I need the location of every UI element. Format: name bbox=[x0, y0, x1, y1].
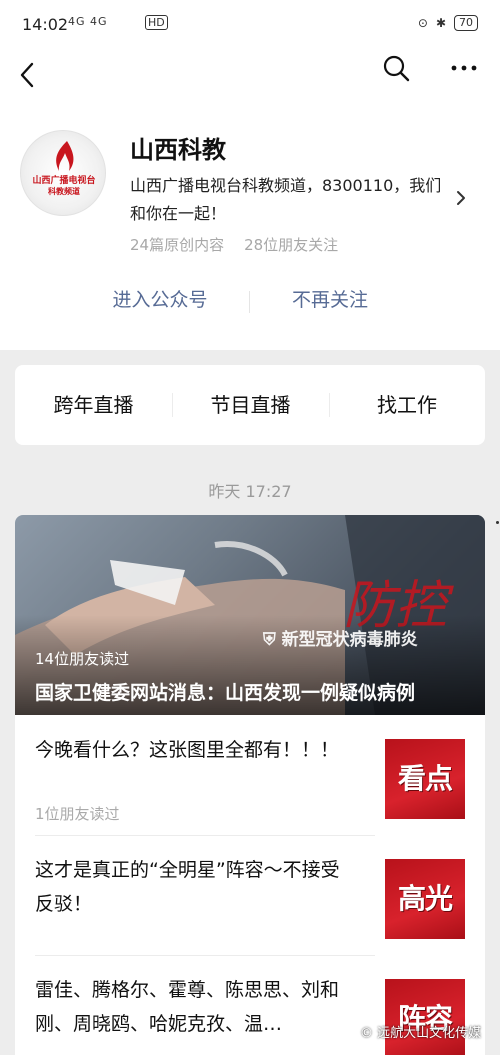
article-read-count: 1位朋友读过 bbox=[35, 805, 120, 823]
divider bbox=[249, 291, 250, 313]
menu-item-program-live[interactable]: 节目直播 bbox=[172, 365, 329, 445]
article-card: 防控 ⛨ 新型冠状病毒肺炎 14位朋友读过 国家卫健委网站消息：山西发现一例疑似… bbox=[15, 515, 485, 1055]
article-title: 这才是真正的“全明星”阵容～不接受反驳！ bbox=[35, 859, 340, 915]
feature-article[interactable]: 防控 ⛨ 新型冠状病毒肺炎 14位朋友读过 国家卫健委网站消息：山西发现一例疑似… bbox=[15, 515, 485, 715]
enter-account-button[interactable]: 进入公众号 bbox=[100, 285, 220, 312]
account-name: 山西科教 bbox=[130, 136, 226, 164]
chevron-right-icon[interactable] bbox=[452, 187, 470, 209]
more-icon[interactable] bbox=[446, 54, 482, 82]
chevron-left-icon[interactable] bbox=[14, 60, 44, 90]
logo-subtext: 科教频道 bbox=[48, 187, 80, 196]
account-stats: 24篇原创内容 28位朋友关注 bbox=[130, 234, 338, 255]
article-title: 雷佳、腾格尔、霍尊、陈思思、刘和刚、周晓鸥、哈妮克孜、温… bbox=[35, 979, 340, 1035]
flame-logo-icon bbox=[56, 141, 74, 171]
feature-badge: ⛨ 新型冠状病毒肺炎 bbox=[263, 630, 418, 650]
lock-icon: ⊙ bbox=[417, 16, 428, 30]
scroll-indicator bbox=[496, 521, 499, 524]
article-thumbnail: 阵容 bbox=[385, 979, 465, 1055]
action-row: 进入公众号 不再关注 bbox=[0, 285, 500, 321]
logo-text: 山西广播电视台 bbox=[32, 176, 96, 186]
bluetooth-icon: ✱ bbox=[435, 16, 446, 30]
status-time: 14:02 bbox=[22, 15, 69, 34]
friends-following: 28位朋友关注 bbox=[244, 236, 339, 254]
article-title: 今晚看什么？这张图里全都有！！！ bbox=[35, 739, 340, 761]
feature-read-count: 14位朋友读过 bbox=[35, 650, 130, 668]
account-description[interactable]: 山西广播电视台科教频道，8300110，我们和你在一起！ bbox=[130, 172, 452, 228]
signal-indicators: 4G 4G bbox=[68, 15, 108, 28]
watermark: © 远航大山文化传媒 bbox=[360, 1026, 482, 1041]
status-bar: 14:02 4G 4G HD ⊙ ✱ 70 bbox=[0, 0, 500, 50]
battery-icon: 70 bbox=[454, 15, 478, 31]
original-count: 24篇原创内容 bbox=[130, 236, 225, 254]
unfollow-button[interactable]: 不再关注 bbox=[270, 285, 390, 312]
menu-item-new-year-live[interactable]: 跨年直播 bbox=[15, 365, 172, 445]
account-menu: 跨年直播 节目直播 找工作 bbox=[15, 365, 485, 445]
feature-title: 国家卫健委网站消息：山西发现一例疑似病例 bbox=[35, 682, 416, 704]
article-thumbnail: 看点 bbox=[385, 739, 465, 819]
account-logo[interactable]: 山西广播电视台 科教频道 bbox=[20, 130, 106, 216]
divider bbox=[35, 835, 375, 836]
list-item[interactable]: 雷佳、腾格尔、霍尊、陈思思、刘和刚、周晓鸥、哈妮克孜、温… 阵容 bbox=[35, 973, 465, 1055]
status-icons: ⊙ ✱ 70 bbox=[418, 15, 478, 31]
nav-bar bbox=[0, 50, 500, 100]
list-item[interactable]: 这才是真正的“全明星”阵容～不接受反驳！ 高光 bbox=[35, 853, 465, 953]
message-timestamp: 昨天 17:27 bbox=[208, 482, 292, 501]
shield-icon: ⛨ bbox=[263, 630, 282, 650]
list-item[interactable]: 今晚看什么？这张图里全都有！！！ 1位朋友读过 看点 bbox=[35, 733, 465, 833]
hd-badge: HD bbox=[145, 15, 168, 30]
divider bbox=[35, 955, 375, 956]
search-icon[interactable] bbox=[380, 52, 412, 84]
menu-item-find-job[interactable]: 找工作 bbox=[329, 365, 485, 445]
article-thumbnail: 高光 bbox=[385, 859, 465, 939]
